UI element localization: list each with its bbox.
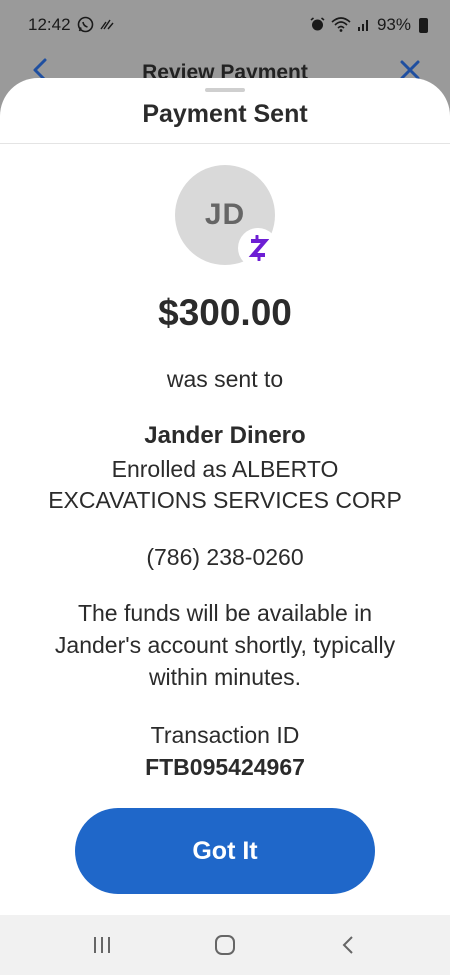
enrolled-as: Enrolled as ALBERTO EXCAVATIONS SERVICES… bbox=[20, 454, 430, 516]
divider bbox=[0, 143, 450, 144]
funds-line-2: Jander's account shortly, typically bbox=[54, 632, 396, 658]
zelle-icon bbox=[238, 228, 278, 268]
status-left: 12:42 bbox=[28, 15, 116, 35]
funds-line-1: The funds will be available in bbox=[77, 600, 373, 626]
avatar-initials: JD bbox=[204, 198, 246, 231]
missed-call-icon bbox=[99, 17, 116, 33]
transaction-id: FTB095424967 bbox=[145, 754, 305, 780]
whatsapp-icon bbox=[77, 16, 94, 35]
recipient-phone: (786) 238-0260 bbox=[146, 544, 304, 570]
enrolled-line-1: Enrolled as ALBERTO bbox=[111, 456, 339, 482]
alarm-icon bbox=[310, 16, 325, 34]
sheet-handle[interactable] bbox=[205, 88, 245, 92]
recipient-name: Jander Dinero bbox=[144, 422, 306, 449]
status-time: 12:42 bbox=[28, 15, 71, 34]
payment-amount: $300.00 bbox=[158, 292, 292, 333]
payment-sent-sheet: Payment Sent JD $300.00 was sent to Jand… bbox=[0, 78, 450, 915]
battery-icon bbox=[419, 17, 428, 33]
funds-line-3: within minutes. bbox=[148, 664, 302, 690]
battery-percent: 93% bbox=[376, 15, 411, 34]
signal-icon bbox=[357, 17, 371, 33]
back-icon[interactable] bbox=[328, 925, 368, 965]
navigation-bar bbox=[0, 915, 450, 975]
enrolled-line-2: EXCAVATIONS SERVICES CORP bbox=[48, 487, 402, 513]
home-icon[interactable] bbox=[205, 925, 245, 965]
got-it-button[interactable]: Got It bbox=[75, 808, 375, 894]
sheet-title: Payment Sent bbox=[142, 100, 308, 128]
wifi-icon bbox=[331, 16, 351, 34]
status-right: 93% bbox=[310, 15, 428, 35]
funds-availability-note: The funds will be available in Jander's … bbox=[15, 597, 435, 693]
status-bar: 12:42 93% bbox=[0, 0, 450, 50]
recent-apps-icon[interactable] bbox=[82, 925, 122, 965]
sent-to-label: was sent to bbox=[166, 366, 284, 392]
transaction-id-label: Transaction ID bbox=[150, 722, 300, 748]
